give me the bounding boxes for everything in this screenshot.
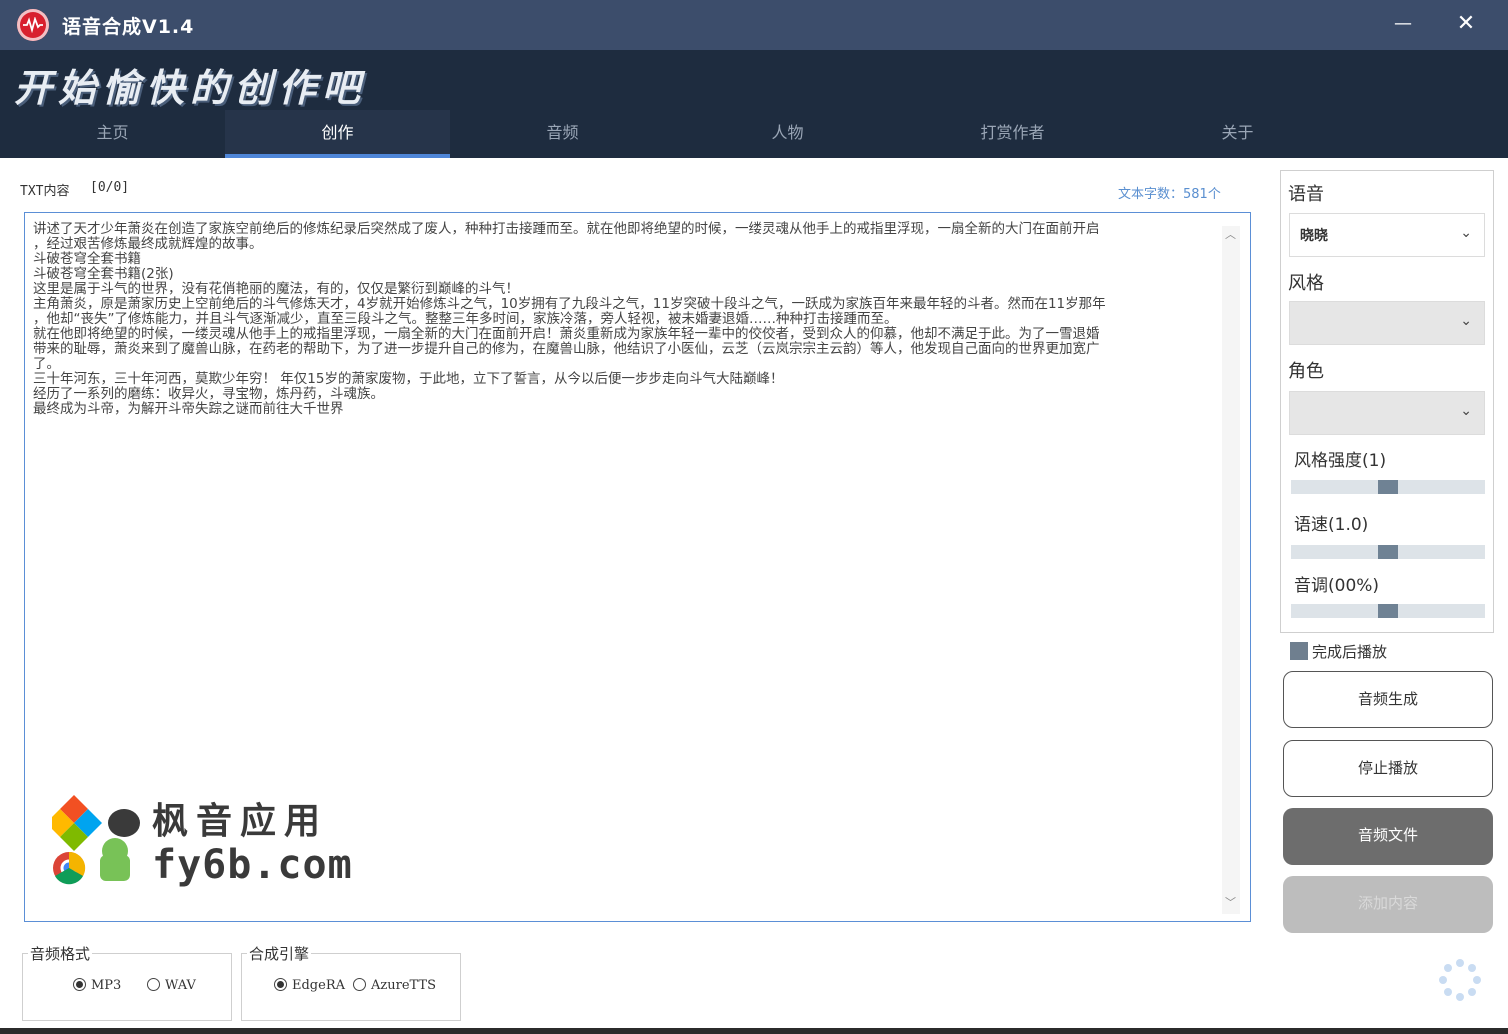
radio-wav-label: WAV xyxy=(165,978,196,993)
watermark-logo-icon xyxy=(52,795,140,885)
voice-select[interactable]: 晓晓 ⌄ xyxy=(1289,213,1485,257)
speed-thumb[interactable] xyxy=(1378,545,1398,559)
audio-format-title: 音频格式 xyxy=(28,943,93,964)
radio-azuretts-indicator xyxy=(353,978,366,991)
chevron-down-icon: ⌄ xyxy=(1460,313,1472,329)
audio-file-button[interactable]: 音频文件 xyxy=(1283,808,1493,865)
speed-label: 语速(1.0) xyxy=(1294,515,1369,535)
close-button[interactable]: ✕ xyxy=(1452,11,1480,39)
watermark-name: 枫音应用 xyxy=(152,801,329,842)
add-content-button[interactable]: 添加内容 xyxy=(1283,876,1493,933)
tab-donate[interactable]: 打赏作者 xyxy=(900,110,1125,158)
radio-edgera[interactable]: EdgeRA xyxy=(274,978,345,993)
scroll-up-icon[interactable]: ︿ xyxy=(1225,226,1236,242)
role-select[interactable]: ⌄ xyxy=(1289,391,1485,435)
tab-characters[interactable]: 人物 xyxy=(675,110,900,158)
text-scrollbar[interactable] xyxy=(1222,226,1240,914)
radio-wav[interactable]: WAV xyxy=(147,978,196,993)
app-logo-icon xyxy=(17,9,49,41)
style-label: 风格 xyxy=(1288,273,1324,294)
chevron-down-icon: ⌄ xyxy=(1460,225,1472,241)
tab-bar: 主页 创作 音频 人物 打赏作者 关于 xyxy=(0,110,1508,158)
generate-audio-button[interactable]: 音频生成 xyxy=(1283,671,1493,728)
chevron-down-icon: ⌄ xyxy=(1460,403,1472,419)
minimize-button[interactable]: — xyxy=(1390,12,1416,38)
txt-content-label: TXT内容 xyxy=(20,184,70,199)
tab-about[interactable]: 关于 xyxy=(1125,110,1350,158)
style-select[interactable]: ⌄ xyxy=(1289,301,1485,345)
title-bar xyxy=(0,0,1508,50)
voice-label: 语音 xyxy=(1288,184,1324,205)
radio-azuretts-label: AzureTTS xyxy=(371,978,437,993)
autoplay-checkbox[interactable] xyxy=(1290,642,1308,660)
radio-edgera-label: EdgeRA xyxy=(292,978,346,993)
role-label: 角色 xyxy=(1288,361,1324,382)
watermark-url: fy6b.com xyxy=(152,842,353,888)
radio-edgera-indicator xyxy=(274,978,287,991)
speed-slider[interactable] xyxy=(1291,545,1485,559)
banner-slogan: 开始愉快的创作吧 xyxy=(14,65,367,110)
autoplay-label: 完成后播放 xyxy=(1312,643,1388,661)
voice-select-value: 晓晓 xyxy=(1300,228,1328,244)
engine-title: 合成引擎 xyxy=(247,943,312,964)
radio-azuretts[interactable]: AzureTTS xyxy=(353,978,436,993)
radio-mp3[interactable]: MP3 xyxy=(73,978,121,993)
char-count: 文本字数：581个 xyxy=(1118,187,1221,202)
bottom-edge xyxy=(0,1028,1508,1034)
radio-wav-indicator xyxy=(147,978,160,991)
txt-content-count: [0/0] xyxy=(90,180,130,195)
radio-mp3-label: MP3 xyxy=(91,978,122,993)
stop-playback-button[interactable]: 停止播放 xyxy=(1283,740,1493,797)
tab-create[interactable]: 创作 xyxy=(225,110,450,158)
window-title: 语音合成V1.4 xyxy=(62,16,195,38)
pitch-label: 音调(00%) xyxy=(1294,576,1380,596)
text-editor-content[interactable]: 讲述了天才少年萧炎在创造了家族空前绝后的修炼纪录后突然成了废人，种种打击接踵而至… xyxy=(33,222,1225,417)
tab-home[interactable]: 主页 xyxy=(0,110,225,158)
pitch-slider[interactable] xyxy=(1291,604,1485,618)
style-strength-thumb[interactable] xyxy=(1378,480,1398,494)
tab-audio[interactable]: 音频 xyxy=(450,110,675,158)
scroll-down-icon[interactable]: ﹀ xyxy=(1225,894,1236,910)
style-strength-slider[interactable] xyxy=(1291,480,1485,494)
style-strength-label: 风格强度(1) xyxy=(1294,451,1387,471)
loading-spinner-icon xyxy=(1439,959,1481,1001)
pitch-thumb[interactable] xyxy=(1378,604,1398,618)
radio-mp3-indicator xyxy=(73,978,86,991)
